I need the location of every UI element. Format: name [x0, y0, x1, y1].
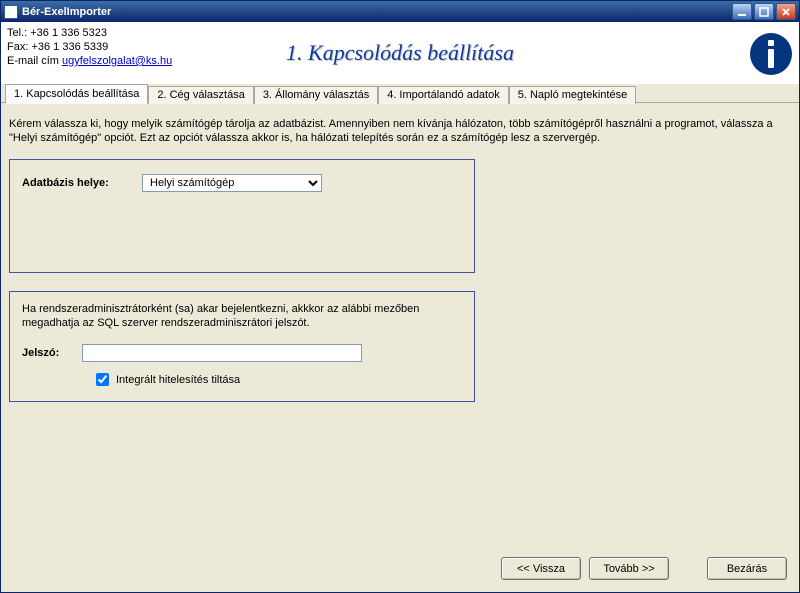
tab-company[interactable]: 2. Cég választása: [148, 86, 253, 104]
info-icon[interactable]: [749, 32, 793, 76]
next-button[interactable]: Tovább >>: [589, 557, 669, 580]
minimize-button[interactable]: [732, 3, 752, 20]
tel-line: Tel.: +36 1 336 5323: [7, 26, 771, 40]
password-input[interactable]: [82, 344, 362, 362]
back-button[interactable]: << Vissza: [501, 557, 581, 580]
close-dialog-button[interactable]: Bezárás: [707, 557, 787, 580]
titlebar: Bér-ExelImporter: [1, 1, 799, 22]
tab-log[interactable]: 5. Napló megtekintése: [509, 86, 636, 104]
password-info-text: Ha rendszeradminisztrátorként (sa) akar …: [22, 302, 462, 330]
password-label: Jelszó:: [22, 347, 82, 359]
disable-integrated-auth-label[interactable]: Integrált hitelesítés tiltása: [116, 374, 240, 386]
client-area: Tel.: +36 1 336 5323 Fax: +36 1 336 5339…: [1, 22, 799, 592]
tab-content: Kérem válassza ki, hogy melyik számítógé…: [1, 103, 799, 592]
tabstrip: 1. Kapcsolódás beállítása 2. Cég választ…: [1, 84, 799, 103]
maximize-button[interactable]: [754, 3, 774, 20]
app-window: Bér-ExelImporter Tel.: +36 1 336 5323 Fa…: [0, 0, 800, 593]
db-location-group: Adatbázis helye: Helyi számítógép: [9, 159, 475, 273]
db-location-label: Adatbázis helye:: [22, 177, 142, 189]
tab-import-data[interactable]: 4. Importálandó adatok: [378, 86, 509, 104]
step-title: 1. Kapcsolódás beállítása: [286, 40, 514, 66]
email-link[interactable]: ugyfelszolgalat@ks.hu: [62, 55, 172, 67]
email-prefix: E-mail cím: [7, 55, 62, 67]
db-location-select[interactable]: Helyi számítógép: [142, 174, 322, 192]
tab-connection[interactable]: 1. Kapcsolódás beállítása: [5, 84, 148, 104]
app-icon: [4, 5, 18, 19]
disable-integrated-auth-checkbox[interactable]: [96, 373, 109, 386]
password-group: Ha rendszeradminisztrátorként (sa) akar …: [9, 291, 475, 402]
window-title: Bér-ExelImporter: [22, 6, 730, 18]
header: Tel.: +36 1 336 5323 Fax: +36 1 336 5339…: [1, 22, 799, 84]
instructions-text: Kérem válassza ki, hogy melyik számítógé…: [5, 113, 795, 155]
button-bar: << Vissza Tovább >> Bezárás: [5, 551, 795, 586]
close-button[interactable]: [776, 3, 796, 20]
tab-file[interactable]: 3. Állomány választás: [254, 86, 378, 104]
